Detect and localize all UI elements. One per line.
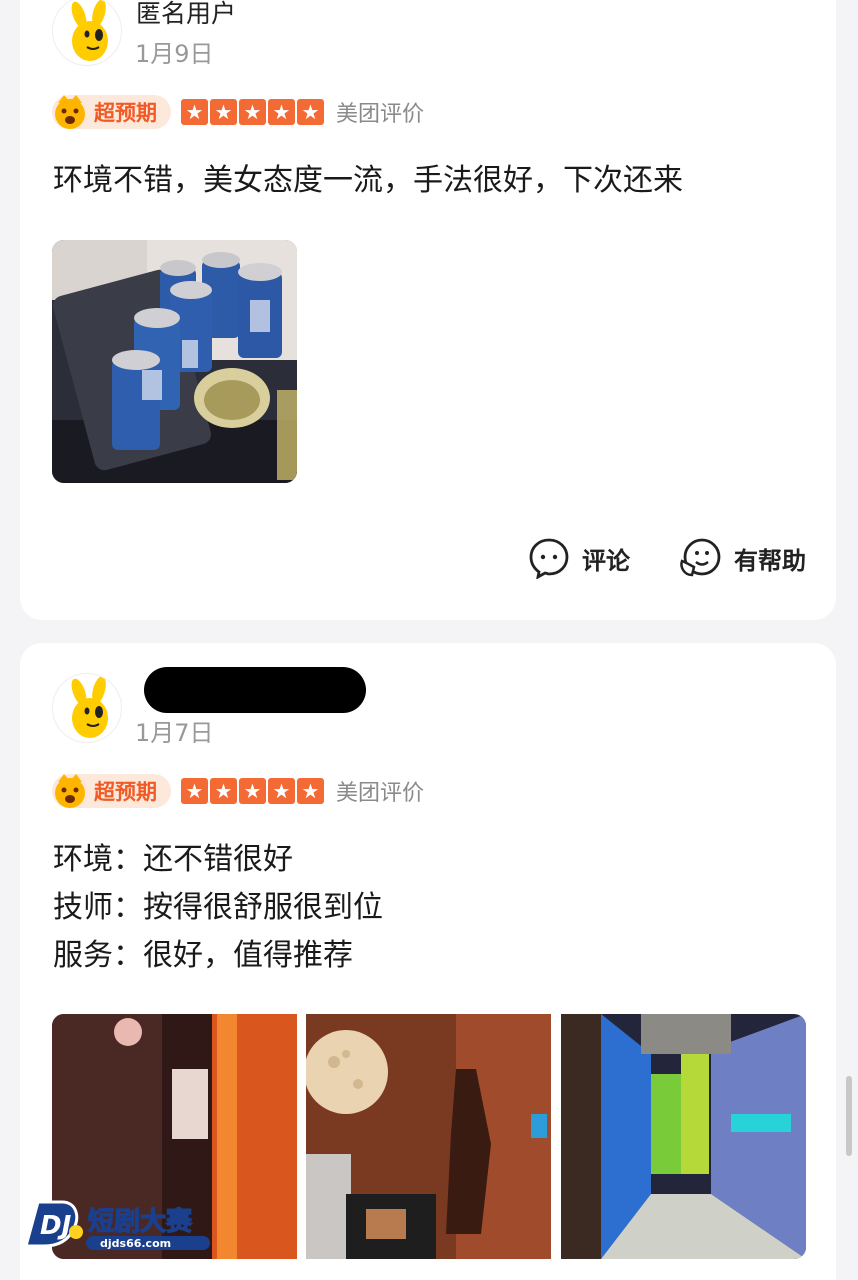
star-icon: ★ bbox=[181, 778, 208, 804]
watermark-logo: DJ 短剧大赛 djds66.com bbox=[22, 1196, 218, 1252]
review-text: 环境：还不错很好 技师：按得很舒服很到位 服务：很好，值得推荐 bbox=[53, 836, 383, 980]
rating-row: 超预期 ★ ★ ★ ★ ★ 美团评价 bbox=[52, 94, 424, 130]
star-icon: ★ bbox=[210, 99, 237, 125]
badge-label: 超预期 bbox=[94, 101, 157, 125]
review-source: 美团评价 bbox=[336, 102, 425, 127]
avatar[interactable] bbox=[52, 673, 122, 743]
helpful-icon bbox=[680, 538, 721, 577]
star-icon: ★ bbox=[297, 99, 324, 125]
star-icon: ★ bbox=[239, 778, 266, 804]
scrollbar[interactable] bbox=[846, 1076, 852, 1156]
review-text: 环境不错，美女态度一流，手法很好，下次还来 bbox=[53, 163, 683, 198]
review-photo[interactable] bbox=[306, 1014, 551, 1259]
review-line-service: 服务：很好，值得推荐 bbox=[53, 938, 353, 973]
review-date: 1月9日 bbox=[135, 40, 214, 68]
star-icon: ★ bbox=[239, 99, 266, 125]
emoji-face-icon bbox=[55, 774, 85, 808]
review-card-2: 1月7日 超预期 ★ ★ ★ ★ ★ 美团评价 环境：还不错很好 技师：按得很舒… bbox=[20, 643, 836, 1280]
redacted-username bbox=[144, 667, 366, 713]
comment-label: 评论 bbox=[582, 546, 630, 575]
review-date: 1月7日 bbox=[135, 719, 214, 747]
star-icon: ★ bbox=[210, 778, 237, 804]
badge-label: 超预期 bbox=[94, 780, 157, 804]
rating-row: 超预期 ★ ★ ★ ★ ★ 美团评价 bbox=[52, 773, 424, 809]
review-source: 美团评价 bbox=[336, 781, 425, 806]
star-icon: ★ bbox=[181, 99, 208, 125]
action-bar: 评论 有帮助 bbox=[528, 537, 806, 579]
exceed-expectation-badge: 超预期 bbox=[52, 95, 171, 129]
helpful-button[interactable]: 有帮助 bbox=[678, 537, 806, 579]
helpful-label: 有帮助 bbox=[734, 546, 806, 575]
svg-text:djds66.com: djds66.com bbox=[100, 1237, 171, 1250]
star-icon: ★ bbox=[268, 778, 295, 804]
svg-text:DJ: DJ bbox=[40, 1211, 72, 1241]
comment-icon bbox=[529, 538, 569, 579]
review-photo[interactable] bbox=[52, 240, 297, 483]
avatar[interactable] bbox=[52, 0, 122, 66]
comment-button[interactable]: 评论 bbox=[528, 537, 630, 579]
star-rating: ★ ★ ★ ★ ★ bbox=[181, 99, 324, 125]
review-line-technician: 技师：按得很舒服很到位 bbox=[53, 890, 383, 925]
review-card-1: 匿名用户 1月9日 超预期 ★ ★ ★ ★ ★ 美团评价 环境不错，美女态度一流… bbox=[20, 0, 836, 620]
svg-text:短剧大赛: 短剧大赛 bbox=[88, 1206, 193, 1237]
review-line-environment: 环境：还不错很好 bbox=[53, 842, 293, 877]
star-icon: ★ bbox=[297, 778, 324, 804]
star-icon: ★ bbox=[268, 99, 295, 125]
review-photo[interactable] bbox=[561, 1014, 806, 1259]
emoji-face-icon bbox=[55, 95, 85, 129]
username: 匿名用户 bbox=[136, 0, 237, 28]
star-rating: ★ ★ ★ ★ ★ bbox=[181, 778, 324, 804]
exceed-expectation-badge: 超预期 bbox=[52, 774, 171, 808]
